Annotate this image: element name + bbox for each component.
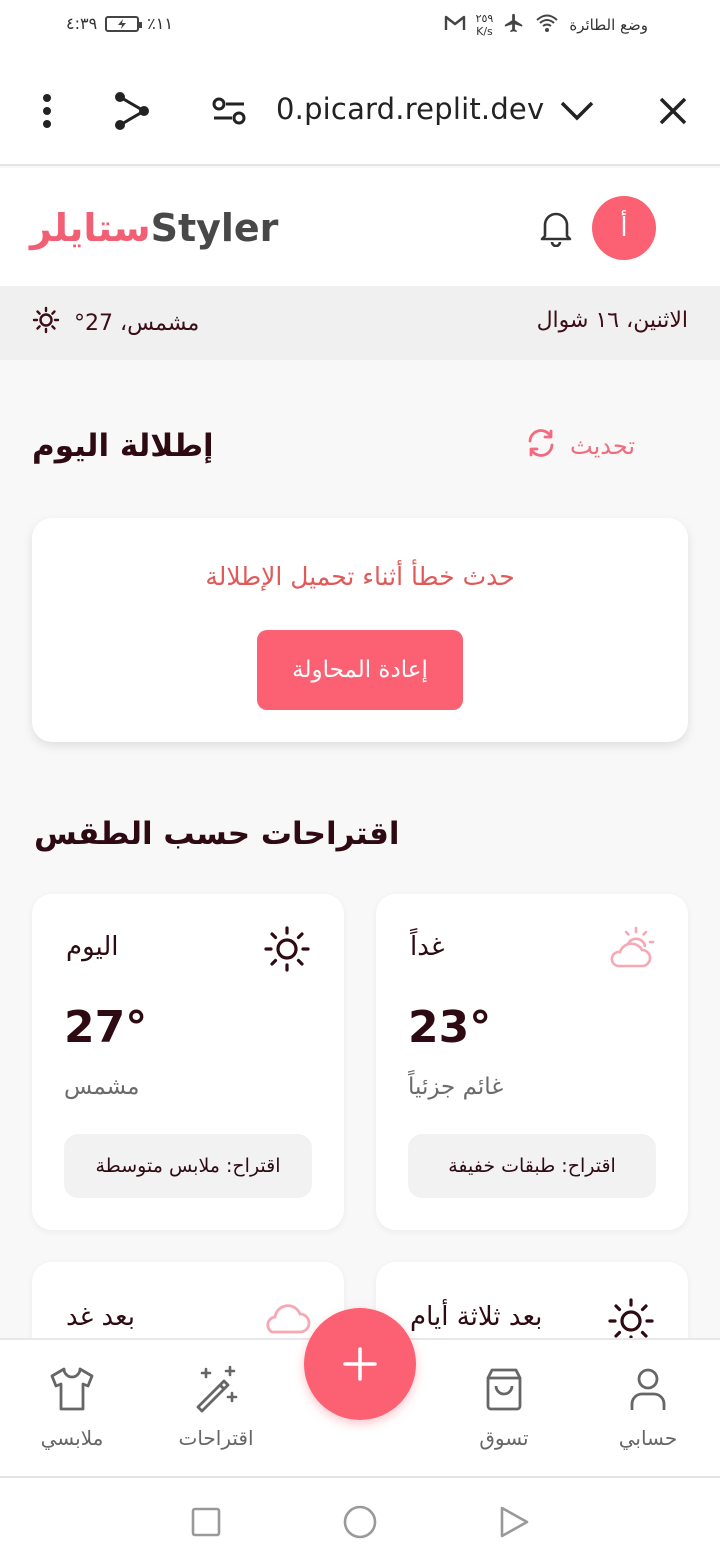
nav-label: حسابي (618, 1426, 678, 1450)
app-logo: ستايلر Styler (30, 206, 279, 250)
battery-level: ٪١١ (147, 14, 173, 33)
address-bar-url[interactable]: 0.picard.replit.dev (276, 92, 544, 126)
weather-card-condition: مشمس (64, 1074, 140, 1100)
sun-icon (606, 1296, 656, 1338)
recent-apps-icon[interactable] (186, 1502, 226, 1542)
app-header: ستايلر Styler أ (0, 168, 720, 286)
date-weather-bar: مشمس، 27° الاثنين، ١٦ شوال (0, 286, 720, 360)
weather-card-suggestion: اقتراح: ملابس متوسطة (64, 1134, 312, 1198)
nav-label: تسوق (479, 1426, 529, 1450)
chevron-down-icon[interactable] (552, 86, 602, 136)
battery-icon (105, 15, 143, 32)
system-navigation-bar (0, 1476, 720, 1560)
close-icon[interactable] (648, 86, 698, 136)
weather-card-day-after[interactable]: بعد غد (32, 1262, 344, 1338)
home-icon[interactable] (340, 1502, 380, 1542)
weather-card-suggestion: اقتراح: طبقات خفيفة (408, 1134, 656, 1198)
current-date: الاثنين، ١٦ شوال (536, 308, 688, 333)
shopping-bag-icon (444, 1362, 564, 1416)
partly-cloudy-icon (606, 924, 656, 974)
weather-card-temp: 23° (408, 1002, 492, 1053)
network-speed: ٢٥٩ K/s (475, 12, 494, 38)
add-item-button[interactable] (304, 1308, 416, 1420)
weather-card-today[interactable]: اليوم 27° مشمس اقتراح: ملابس متوسطة (32, 894, 344, 1230)
refresh-icon (526, 428, 556, 464)
nav-account[interactable]: حسابي (588, 1362, 708, 1450)
weather-section-title: اقتراحات حسب الطقس (34, 816, 400, 852)
current-weather-text: مشمس، 27° (74, 310, 200, 336)
avatar[interactable]: أ (592, 196, 656, 260)
retry-button[interactable]: إعادة المحاولة (257, 630, 463, 710)
magic-wand-icon (156, 1362, 276, 1416)
weather-card-three-days[interactable]: بعد ثلاثة أيام (376, 1262, 688, 1338)
outfit-section-title: إطلالة اليوم (32, 428, 214, 464)
cloud-icon (262, 1298, 312, 1338)
refresh-label: تحديث (570, 432, 636, 460)
weather-card-day: بعد غد (66, 1302, 135, 1332)
plus-icon (343, 1347, 377, 1381)
weather-card-day: غداً (410, 932, 445, 962)
status-bar: ٤:٣٩ ٪١١ وضع الطائرة ٢٥٩ K/s (0, 0, 720, 56)
gmail-icon (444, 14, 466, 36)
nav-label: اقتراحات (178, 1426, 254, 1450)
clock: ٤:٣٩ (66, 14, 98, 33)
user-icon (588, 1362, 708, 1416)
weather-card-day: اليوم (66, 932, 119, 962)
outfit-error-card: حدث خطأ أثناء تحميل الإطلالة إعادة المحا… (32, 518, 688, 742)
sun-icon (262, 924, 312, 974)
nav-my-clothes[interactable]: ملابسي (12, 1362, 132, 1450)
browser-toolbar: 0.picard.replit.dev (0, 56, 720, 166)
back-icon[interactable] (494, 1502, 534, 1542)
sun-icon (32, 306, 60, 340)
error-message: حدث خطأ أثناء تحميل الإطلالة (205, 562, 515, 591)
refresh-button[interactable]: تحديث (526, 428, 635, 464)
weather-card-tomorrow[interactable]: غداً 23° غائم جزئياً اقتراح: طبقات خفيفة (376, 894, 688, 1230)
nav-shopping[interactable]: تسوق (444, 1362, 564, 1450)
airplane-mode-label: وضع الطائرة (569, 16, 648, 34)
nav-label: ملابسي (40, 1426, 104, 1450)
weather-card-day: بعد ثلاثة أيام (410, 1302, 543, 1332)
weather-card-temp: 27° (64, 1002, 148, 1053)
more-options-icon[interactable] (22, 86, 72, 136)
shirt-icon (12, 1362, 132, 1416)
wifi-icon (535, 13, 559, 37)
airplane-icon (503, 12, 525, 38)
current-weather: مشمس، 27° (32, 306, 199, 340)
share-icon[interactable] (106, 86, 156, 136)
weather-card-condition: غائم جزئياً (408, 1074, 504, 1100)
notifications-bell-icon[interactable] (532, 204, 580, 252)
site-settings-icon[interactable] (204, 86, 254, 136)
nav-suggestions[interactable]: اقتراحات (156, 1362, 276, 1450)
